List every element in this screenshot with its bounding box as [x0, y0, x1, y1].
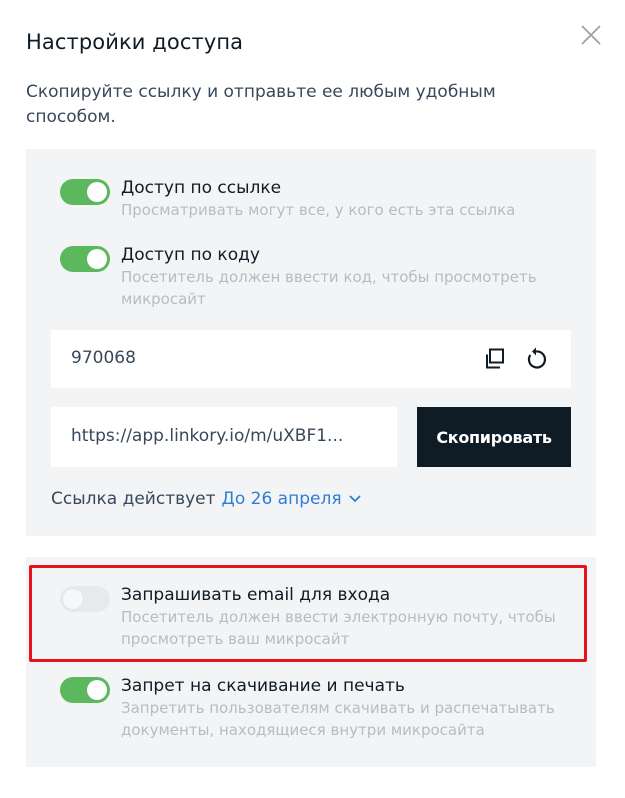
toggle-knob [87, 680, 107, 700]
refresh-icon[interactable] [524, 347, 548, 371]
toggle-knob [87, 182, 107, 202]
access-code-description: Посетитель должен ввести код, чтобы прос… [121, 268, 537, 308]
share-link-field[interactable]: https://app.linkory.io/m/uXBF1... [51, 407, 397, 467]
validity-date-dropdown[interactable]: До 26 апреля [222, 489, 362, 509]
access-link-description: Просматривать могут все, у кого есть эта… [121, 201, 516, 219]
share-link-value: https://app.linkory.io/m/uXBF1... [71, 426, 344, 446]
download-ban-description: Запретить пользователям скачивать и расп… [121, 699, 555, 739]
toggle-knob [87, 249, 107, 269]
access-link-toggle[interactable] [60, 179, 110, 205]
access-code-field[interactable]: 970068 [51, 330, 571, 388]
close-icon[interactable] [578, 22, 604, 48]
validity-date-value: До 26 апреля [221, 489, 342, 509]
highlight-box [29, 565, 587, 662]
validity-label: Ссылка действует [51, 489, 216, 509]
access-link-title: Доступ по ссылке [121, 178, 282, 198]
download-ban-title: Запрет на скачивание и печать [121, 676, 405, 696]
dialog-subtitle: Скопируйте ссылку и отправьте ее любым у… [26, 82, 496, 127]
copy-link-button[interactable]: Скопировать [417, 407, 571, 467]
link-validity: Ссылка действует До 26 апреля [51, 489, 362, 509]
access-code-value: 970068 [71, 348, 136, 368]
access-code-title: Доступ по коду [121, 245, 260, 265]
chevron-down-icon [348, 489, 362, 509]
download-ban-toggle[interactable] [60, 677, 110, 703]
dialog-title: Настройки доступа [26, 30, 244, 54]
link-access-panel: Доступ по ссылке Просматривать могут все… [26, 149, 596, 536]
copy-icon[interactable] [483, 347, 507, 371]
access-settings-dialog: Настройки доступа Скопируйте ссылку и от… [0, 0, 625, 798]
access-code-toggle[interactable] [60, 246, 110, 272]
